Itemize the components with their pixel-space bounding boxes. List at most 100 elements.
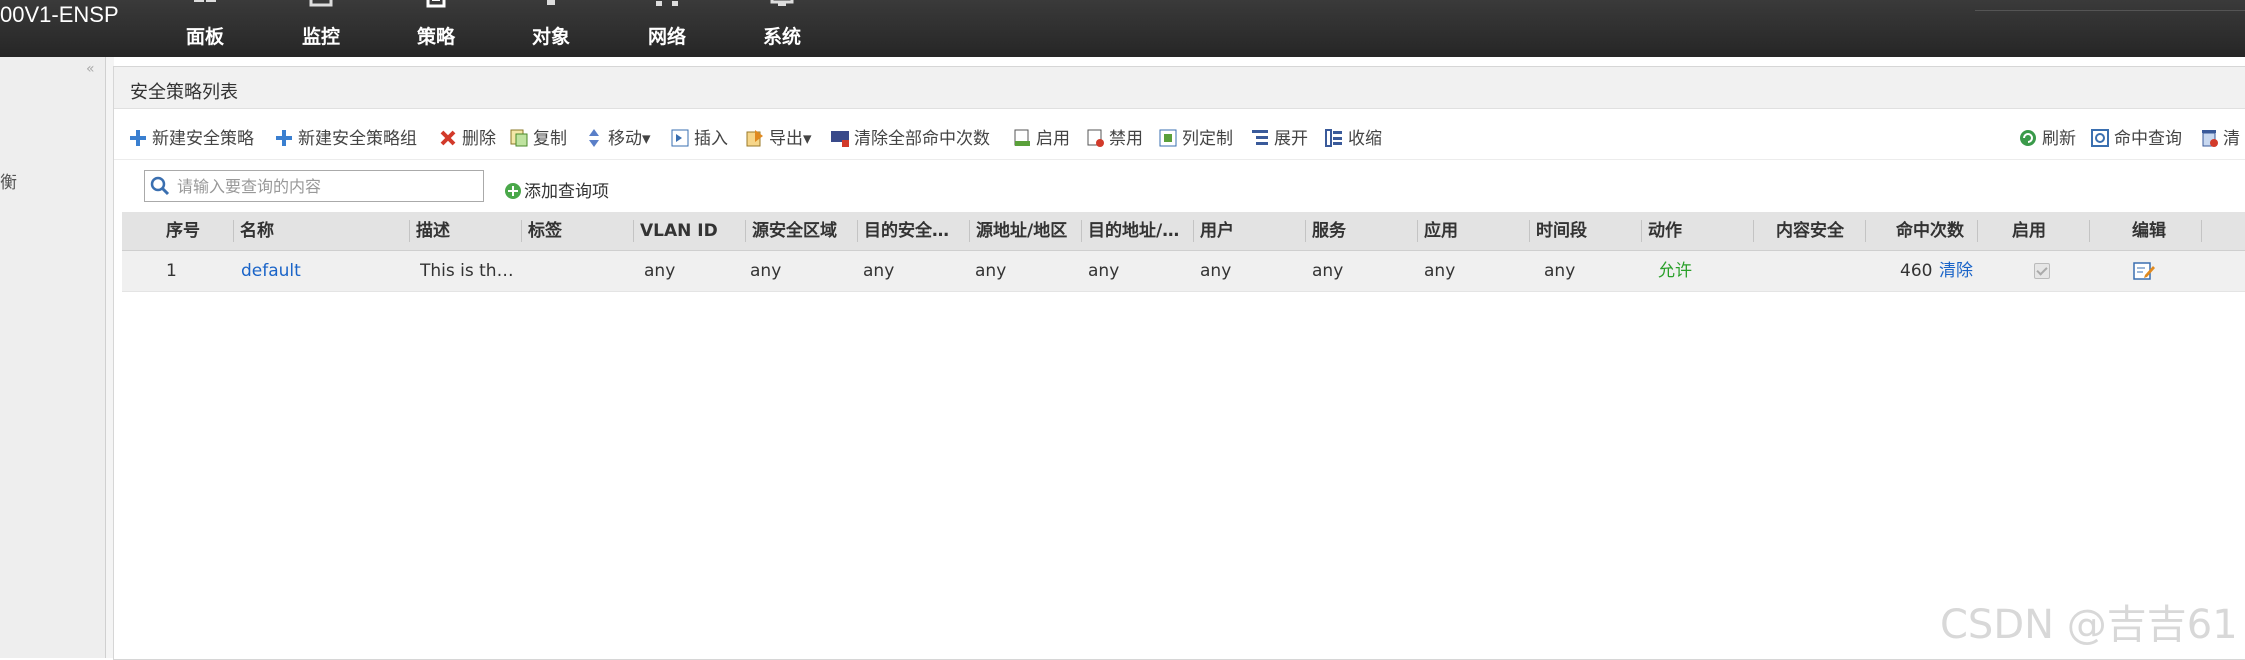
delete-label: 删除 xyxy=(462,129,496,149)
cell-app: any xyxy=(1424,261,1456,281)
plus-icon xyxy=(276,130,292,146)
col-header-schedule[interactable]: 时间段 xyxy=(1530,212,1642,250)
export-icon xyxy=(746,130,763,147)
delete-button[interactable]: 删除 xyxy=(438,124,496,149)
nav-dashboard[interactable]: 面板 xyxy=(165,0,245,57)
col-header-src-addr[interactable]: 源地址/地区 xyxy=(970,212,1082,250)
refresh-button[interactable]: 刷新 xyxy=(2018,124,2076,149)
left-sidebar xyxy=(0,57,106,658)
toolbar: 新建安全策略 新建安全策略组 删除 复制 移动▾ 插入 导出▾ 清除全部命中次数… xyxy=(114,109,2245,159)
dashboard-icon xyxy=(194,0,216,2)
add-query-item-button[interactable]: 添加查询项 xyxy=(504,177,609,202)
clear-button-partial[interactable]: 清 xyxy=(2199,124,2240,149)
col-header-user[interactable]: 用户 xyxy=(1194,212,1306,250)
expand-label: 展开 xyxy=(1274,129,1308,149)
cell-schedule: any xyxy=(1544,261,1576,281)
collapse-label: 收缩 xyxy=(1348,129,1382,149)
cell-src-addr: any xyxy=(975,261,1007,281)
col-header-app[interactable]: 应用 xyxy=(1418,212,1530,250)
collapse-button[interactable]: 收缩 xyxy=(1324,124,1382,149)
refresh-icon xyxy=(2020,130,2036,146)
expand-button[interactable]: 展开 xyxy=(1250,124,1308,149)
cell-vlan: any xyxy=(644,261,676,281)
cell-service: any xyxy=(1312,261,1344,281)
hit-query-button[interactable]: 命中查询 xyxy=(2090,124,2182,149)
col-header-service[interactable]: 服务 xyxy=(1306,212,1418,250)
insert-button[interactable]: 插入 xyxy=(670,124,728,149)
disable-label: 禁用 xyxy=(1109,129,1143,149)
move-label: 移动▾ xyxy=(608,129,651,149)
col-header-edit[interactable]: 编辑 xyxy=(2090,212,2202,250)
nav-network-label: 网络 xyxy=(647,26,686,48)
nav-network[interactable]: 网络 xyxy=(627,0,707,57)
nav-dashboard-label: 面板 xyxy=(185,26,224,48)
customize-columns-label: 列定制 xyxy=(1182,129,1233,149)
nav-monitor[interactable]: 监控 xyxy=(281,0,361,57)
system-icon xyxy=(770,0,794,6)
col-header-description[interactable]: 描述 xyxy=(410,212,522,250)
clear-all-hits-button[interactable]: 清除全部命中次数 xyxy=(830,124,990,149)
delete-x-icon xyxy=(440,130,456,146)
search-input[interactable] xyxy=(175,173,479,199)
sidebar-collapse-button[interactable]: « xyxy=(86,61,95,77)
cell-action-allow: 允许 xyxy=(1658,261,1692,281)
nav-policy-label: 策略 xyxy=(416,26,455,48)
table-row[interactable]: 1 default This is th… any any any any an… xyxy=(122,251,2245,292)
new-policy-label: 新建安全策略 xyxy=(152,129,254,149)
disable-button[interactable]: 禁用 xyxy=(1085,124,1143,149)
col-header-action[interactable]: 动作 xyxy=(1642,212,1754,250)
enabled-checkbox[interactable] xyxy=(2034,263,2050,279)
move-dropdown[interactable]: 移动▾ xyxy=(584,124,651,149)
clear-all-hits-label: 清除全部命中次数 xyxy=(854,129,990,149)
edit-icon[interactable] xyxy=(2133,261,2155,281)
col-header-tag[interactable]: 标签 xyxy=(522,212,634,250)
cell-description: This is th… xyxy=(420,261,514,281)
panel-title: 安全策略列表 xyxy=(130,82,238,103)
expand-tree-icon xyxy=(1252,130,1268,145)
disable-icon xyxy=(1087,129,1104,147)
hit-query-icon xyxy=(2091,129,2109,147)
columns-icon xyxy=(1159,129,1177,147)
object-icon xyxy=(547,0,555,5)
cell-dst-zone: any xyxy=(863,261,895,281)
search-row: 添加查询项 xyxy=(114,159,2245,208)
copy-icon xyxy=(510,129,528,147)
cell-src-zone: any xyxy=(750,261,782,281)
col-header-dst-zone[interactable]: 目的安全… xyxy=(858,212,970,250)
col-header-content-security[interactable]: 内容安全 xyxy=(1754,212,1866,250)
enable-icon xyxy=(1014,129,1030,146)
col-header-enabled[interactable]: 启用 xyxy=(1978,212,2090,250)
export-label: 导出▾ xyxy=(769,129,812,149)
cell-name-link[interactable]: default xyxy=(241,251,301,291)
cell-user: any xyxy=(1200,261,1232,281)
nav-system[interactable]: 系统 xyxy=(742,0,822,57)
watermark: CSDN @吉吉61 xyxy=(1940,602,2238,648)
col-header-hits[interactable]: 命中次数 xyxy=(1866,212,1978,250)
new-policy-group-button[interactable]: 新建安全策略组 xyxy=(274,124,417,149)
cell-seq: 1 xyxy=(166,261,177,281)
table-header: 序号 名称 描述 标签 VLAN ID 源安全区域 目的安全… 源地址/地区 目… xyxy=(122,212,2245,251)
enable-button[interactable]: 启用 xyxy=(1012,124,1070,149)
export-dropdown[interactable]: 导出▾ xyxy=(745,124,812,149)
nav-object-label: 对象 xyxy=(531,26,570,48)
col-header-name[interactable]: 名称 xyxy=(234,212,410,250)
col-header-seq[interactable]: 序号 xyxy=(122,212,234,250)
top-nav-bar: 00V1-ENSP 面板 监控 策略 对象 网络 系统 xyxy=(0,0,2245,57)
col-header-src-zone[interactable]: 源安全区域 xyxy=(746,212,858,250)
col-header-vlan[interactable]: VLAN ID xyxy=(634,212,746,250)
monitor-icon xyxy=(309,0,333,7)
col-header-dst-addr[interactable]: 目的地址/… xyxy=(1082,212,1194,250)
policy-icon xyxy=(426,0,446,8)
new-policy-button[interactable]: 新建安全策略 xyxy=(128,124,254,149)
copy-label: 复制 xyxy=(533,129,567,149)
customize-columns-button[interactable]: 列定制 xyxy=(1158,124,1233,149)
security-policy-panel: 安全策略列表 新建安全策略 新建安全策略组 删除 复制 移动▾ 插入 导出▾ 清… xyxy=(113,66,2245,660)
clear-hits-link[interactable]: 清除 xyxy=(1939,251,1973,291)
copy-button[interactable]: 复制 xyxy=(509,124,567,149)
nav-object[interactable]: 对象 xyxy=(511,0,591,57)
insert-icon xyxy=(671,129,689,147)
nav-policy[interactable]: 策略 xyxy=(396,0,476,57)
nav-system-label: 系统 xyxy=(762,26,801,48)
panel-header: 安全策略列表 xyxy=(114,67,2245,109)
sidebar-item-fragment[interactable]: 衡 xyxy=(0,168,17,193)
